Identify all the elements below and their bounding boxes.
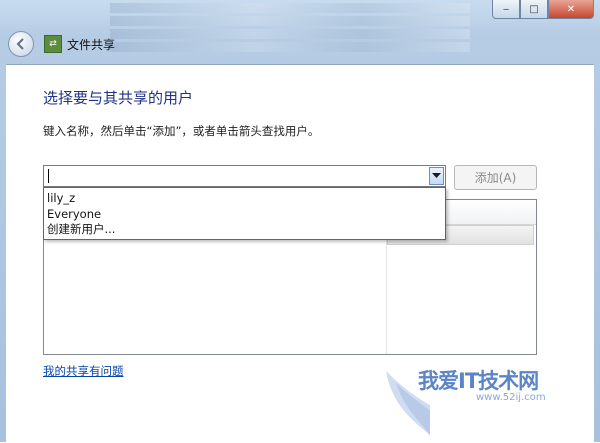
maximize-button[interactable]: □	[520, 0, 548, 19]
page-title: 选择要与其共享的用户	[43, 89, 194, 107]
window-title: 文件共享	[67, 37, 116, 52]
back-arrow-icon	[16, 38, 24, 50]
watermark-text: 我爱IT技术网	[418, 369, 539, 393]
dropdown-item-everyone[interactable]: Everyone	[44, 207, 445, 223]
instruction-text: 键入名称，然后单击“添加”，或者单击箭头查找用户。	[43, 124, 320, 138]
text-caret	[48, 169, 49, 183]
sharing-help-link[interactable]: 我的共享有问题	[43, 363, 124, 379]
minimize-button[interactable]: ‒	[492, 0, 520, 19]
watermark-url: www.52ij.com	[476, 392, 546, 403]
add-button[interactable]: 添加(A)	[454, 165, 537, 190]
minimize-icon: ‒	[502, 3, 510, 15]
dialog-body: 选择要与其共享的用户 键入名称，然后单击“添加”，或者单击箭头查找用户。 添加(…	[6, 64, 594, 443]
file-sharing-icon: ⇄	[44, 35, 62, 53]
user-dropdown-menu: lily_z Everyone 创建新用户...	[43, 187, 446, 240]
chevron-down-icon	[432, 173, 441, 178]
user-name-combobox[interactable]	[43, 165, 446, 187]
user-name-input[interactable]	[44, 166, 428, 186]
close-icon: ✕	[566, 3, 576, 15]
title-bar: ⇄ 文件共享	[6, 26, 594, 62]
dropdown-arrow-button[interactable]	[429, 167, 444, 185]
caption-buttons: ‒ □ ✕	[492, 0, 594, 19]
maximize-icon: □	[529, 3, 539, 15]
dropdown-item-lily[interactable]: lily_z	[44, 191, 445, 207]
dropdown-item-create-user[interactable]: 创建新用户...	[44, 222, 445, 238]
back-button[interactable]	[8, 31, 34, 57]
close-button[interactable]: ✕	[548, 0, 594, 19]
